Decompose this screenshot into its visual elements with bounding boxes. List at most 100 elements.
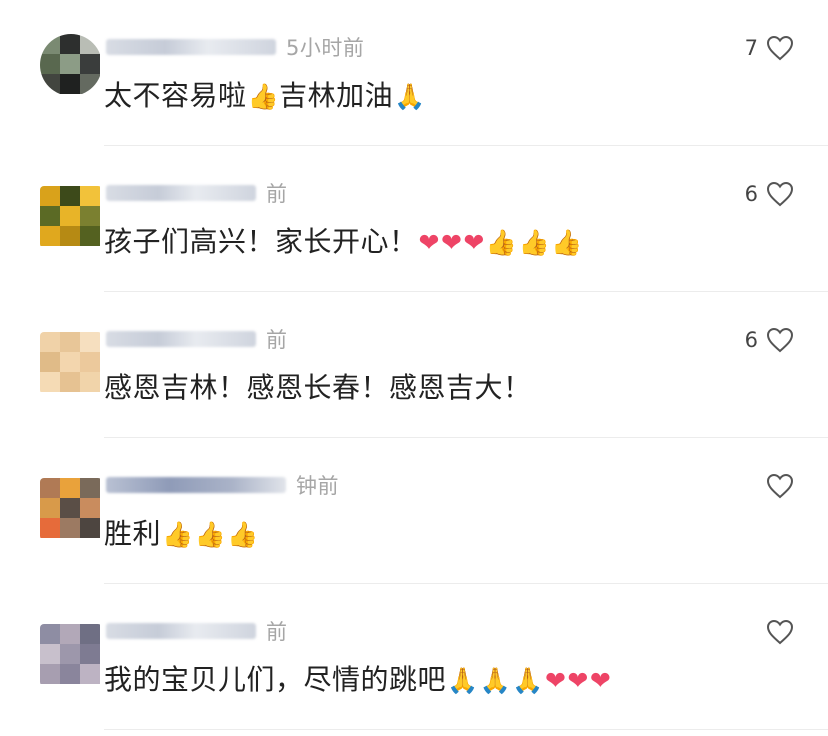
thumbs-up-icon: 👍: [518, 228, 551, 257]
username-redacted[interactable]: [106, 331, 256, 347]
heart-icon: ❤: [567, 666, 589, 695]
like-count: 7: [744, 36, 758, 60]
avatar-pixel: [80, 372, 100, 392]
avatar-pixel: [40, 206, 60, 226]
thumbs-up-icon: 👍: [247, 82, 280, 111]
comment-text: 感恩吉林！感恩长春！感恩吉大！: [104, 371, 532, 404]
like-count: 6: [744, 328, 758, 352]
avatar-pixel: [80, 206, 100, 226]
avatar-pixel: [60, 664, 80, 684]
avatar-pixel: [80, 352, 100, 372]
comment-text: 胜利👍👍👍: [104, 512, 259, 552]
comment-text-part: 胜利: [104, 517, 162, 550]
comment-meta: 钟前: [106, 470, 339, 500]
heart-outline-icon: [766, 181, 794, 207]
folded-hands-icon: 🙏: [394, 82, 426, 111]
avatar-pixel: [60, 352, 80, 372]
avatar-pixel: [80, 478, 100, 498]
avatar-pixel: [60, 206, 80, 226]
like-count: 6: [744, 182, 758, 206]
thumbs-up-icon: 👍: [227, 520, 259, 549]
avatar-pixel: [60, 478, 80, 498]
avatar-pixel: [80, 332, 100, 352]
avatar-pixel: [40, 644, 60, 664]
comment-time: 前: [266, 620, 288, 644]
thumbs-up-icon: 👍: [551, 228, 583, 257]
folded-hands-icon: 🙏: [479, 666, 512, 695]
username-redacted[interactable]: [106, 623, 256, 639]
divider: [104, 729, 828, 730]
comment-text-part: 孩子们高兴！家长开心！: [104, 225, 418, 258]
avatar-pixel: [60, 644, 80, 664]
avatar-pixel: [80, 518, 100, 538]
avatar-pixel: [80, 624, 100, 644]
avatar-pixel: [80, 664, 100, 684]
avatar-pixel: [60, 186, 80, 206]
comment-meta: 5小时前: [106, 32, 364, 62]
avatar[interactable]: [40, 186, 102, 248]
avatar-pixel: [60, 54, 80, 74]
avatar-pixel: [80, 226, 100, 246]
heart-icon: ❤: [418, 228, 440, 257]
avatar-pixel: [60, 34, 80, 54]
comment-text-part: 太不容易啦: [104, 79, 247, 112]
heart-outline-icon: [766, 619, 794, 645]
avatar-pixel: [40, 332, 60, 352]
username-redacted[interactable]: [106, 185, 256, 201]
folded-hands-icon: 🙏: [512, 666, 544, 695]
comment-item: 前 感恩吉林！感恩长春！感恩吉大！ 6: [0, 292, 828, 438]
avatar-pixel: [80, 644, 100, 664]
comment-meta: 前: [106, 324, 288, 354]
avatar[interactable]: [40, 624, 102, 686]
comment-time: 5小时前: [286, 36, 365, 60]
avatar-pixel: [60, 624, 80, 644]
comment-time: 前: [266, 182, 288, 206]
avatar-pixel: [60, 372, 80, 392]
avatar-pixel: [40, 624, 60, 644]
comment-text: 我的宝贝儿们，尽情的跳吧🙏🙏🙏❤❤❤: [104, 658, 611, 698]
comment-time: 钟前: [296, 474, 339, 498]
avatar-pixel: [80, 186, 100, 206]
heart-icon: ❤: [544, 666, 567, 695]
heart-outline-icon: [766, 473, 794, 499]
comment-item: 前 我的宝贝儿们，尽情的跳吧🙏🙏🙏❤❤❤: [0, 584, 828, 730]
avatar[interactable]: [40, 332, 102, 394]
like-button[interactable]: [758, 618, 794, 646]
avatar-pixel: [60, 498, 80, 518]
avatar[interactable]: [40, 478, 102, 540]
avatar-pixel: [40, 664, 60, 684]
folded-hands-icon: 🙏: [447, 666, 479, 695]
like-button[interactable]: 6: [745, 180, 794, 208]
heart-icon: ❤: [463, 228, 485, 257]
comment-item: 前 孩子们高兴！家长开心！❤❤❤👍👍👍 6: [0, 146, 828, 292]
heart-icon: ❤: [440, 228, 463, 257]
avatar-pixel: [40, 372, 60, 392]
thumbs-up-icon: 👍: [485, 228, 518, 257]
avatar-pixel: [40, 34, 60, 54]
comment-time: 前: [266, 328, 288, 352]
avatar-pixel: [40, 352, 60, 372]
avatar[interactable]: [40, 34, 102, 96]
avatar-pixel: [40, 518, 60, 538]
avatar-pixel: [80, 34, 100, 54]
heart-outline-icon: [766, 327, 794, 353]
comment-text: 太不容易啦👍吉林加油🙏: [104, 74, 426, 114]
username-redacted[interactable]: [106, 477, 286, 493]
comment-item: 钟前 胜利👍👍👍: [0, 438, 828, 584]
username-redacted[interactable]: [106, 39, 276, 55]
avatar-pixel: [40, 54, 60, 74]
like-button[interactable]: 6: [745, 326, 794, 354]
like-button[interactable]: [758, 472, 794, 500]
like-button[interactable]: 7: [745, 34, 794, 62]
thumbs-up-icon: 👍: [194, 520, 227, 549]
avatar-pixel: [60, 226, 80, 246]
comment-item: 5小时前 太不容易啦👍吉林加油🙏 7: [0, 0, 828, 146]
heart-icon: ❤: [589, 666, 612, 695]
thumbs-up-icon: 👍: [162, 520, 194, 549]
avatar-pixel: [40, 186, 60, 206]
avatar-pixel: [60, 518, 80, 538]
avatar-pixel: [60, 74, 80, 94]
heart-outline-icon: [766, 35, 794, 61]
comment-meta: 前: [106, 178, 288, 208]
avatar-pixel: [40, 74, 60, 94]
